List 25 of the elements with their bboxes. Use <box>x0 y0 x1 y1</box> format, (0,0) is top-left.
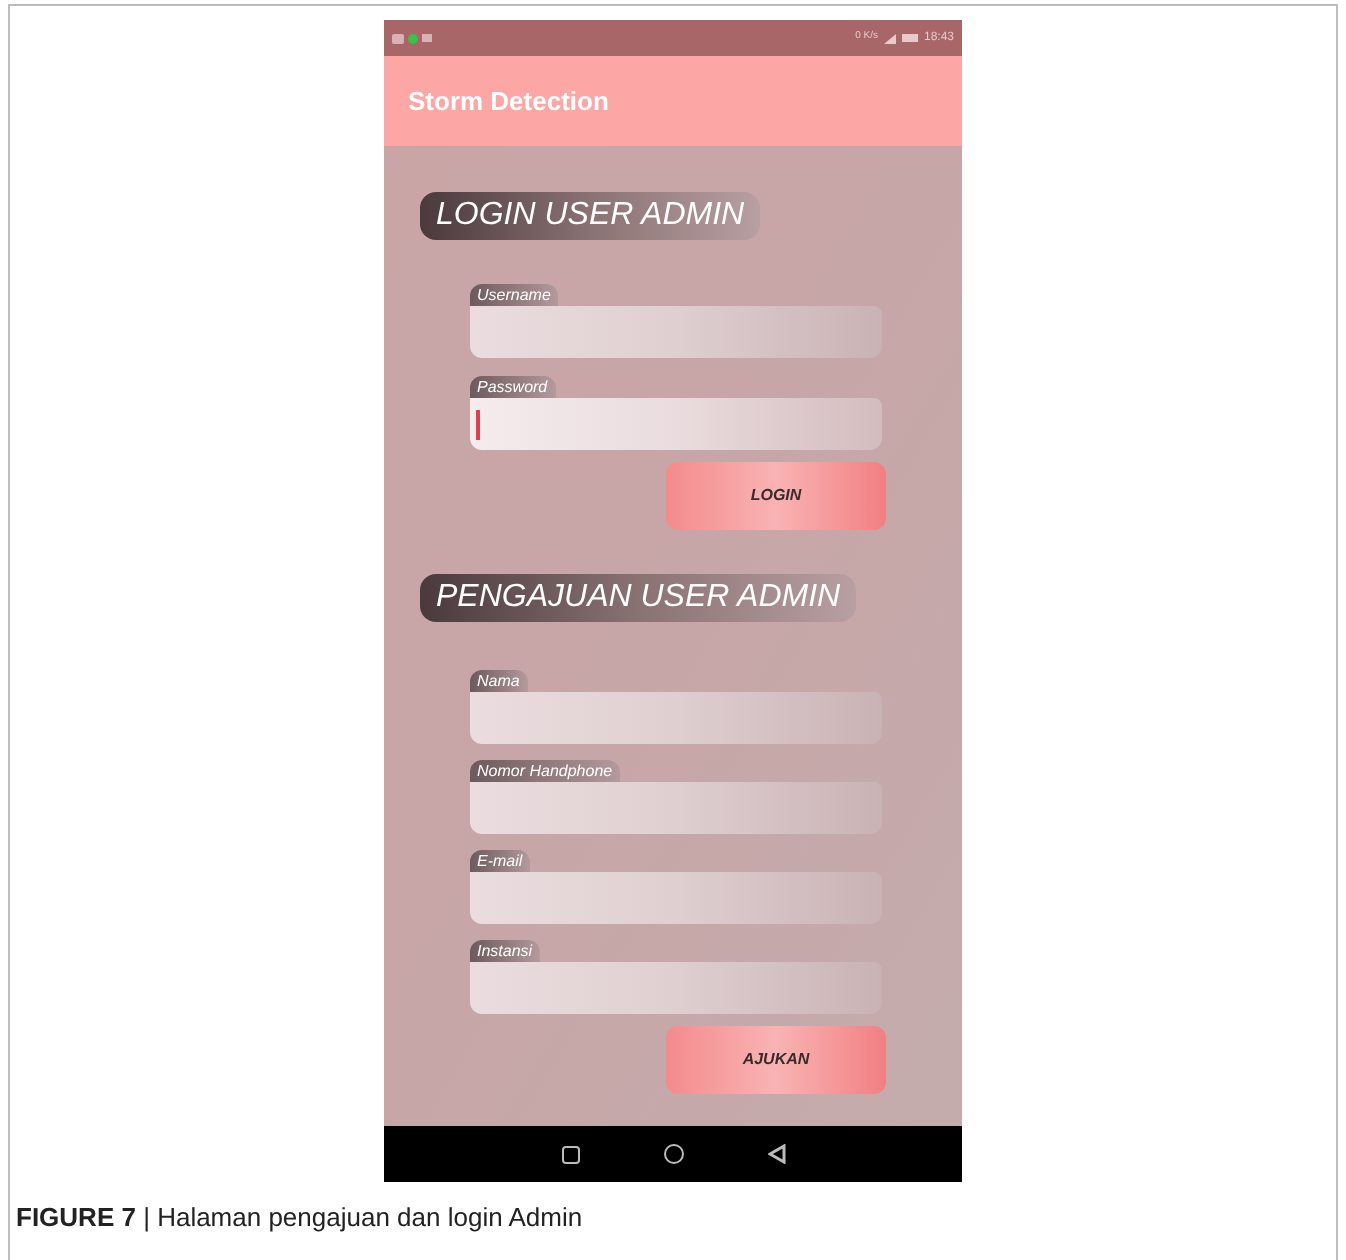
section-heading: LOGIN USER ADMIN <box>420 192 761 240</box>
field-label: Instansi <box>469 940 541 962</box>
input-field[interactable] <box>469 872 881 924</box>
field-label: Password <box>469 376 556 398</box>
text-cursor <box>475 409 479 439</box>
input-field[interactable] <box>469 398 881 450</box>
notification-icon <box>422 34 432 42</box>
field-label: Nama <box>469 670 528 692</box>
figure-caption: FIGURE 7 | Halaman pengajuan dan login Admin <box>16 1202 583 1232</box>
input-field[interactable] <box>469 692 881 744</box>
submit-button[interactable]: AJUKAN <box>666 1026 886 1094</box>
input-field[interactable] <box>469 782 881 834</box>
app-title: Storm Detection <box>408 83 609 120</box>
input-field[interactable] <box>469 306 881 358</box>
field-label: Username <box>469 284 559 306</box>
home-icon[interactable] <box>663 1144 683 1164</box>
input-field[interactable] <box>469 962 881 1014</box>
battery-icon <box>901 34 918 42</box>
submit-button[interactable]: LOGIN <box>666 462 886 530</box>
field-label: E-mail <box>469 850 531 872</box>
square-icon[interactable] <box>561 1145 579 1163</box>
notification-icon <box>392 33 404 43</box>
section-heading: PENGAJUAN USER ADMIN <box>420 574 857 622</box>
back-icon[interactable] <box>767 1144 785 1164</box>
field-label: Nomor Handphone <box>469 760 621 782</box>
